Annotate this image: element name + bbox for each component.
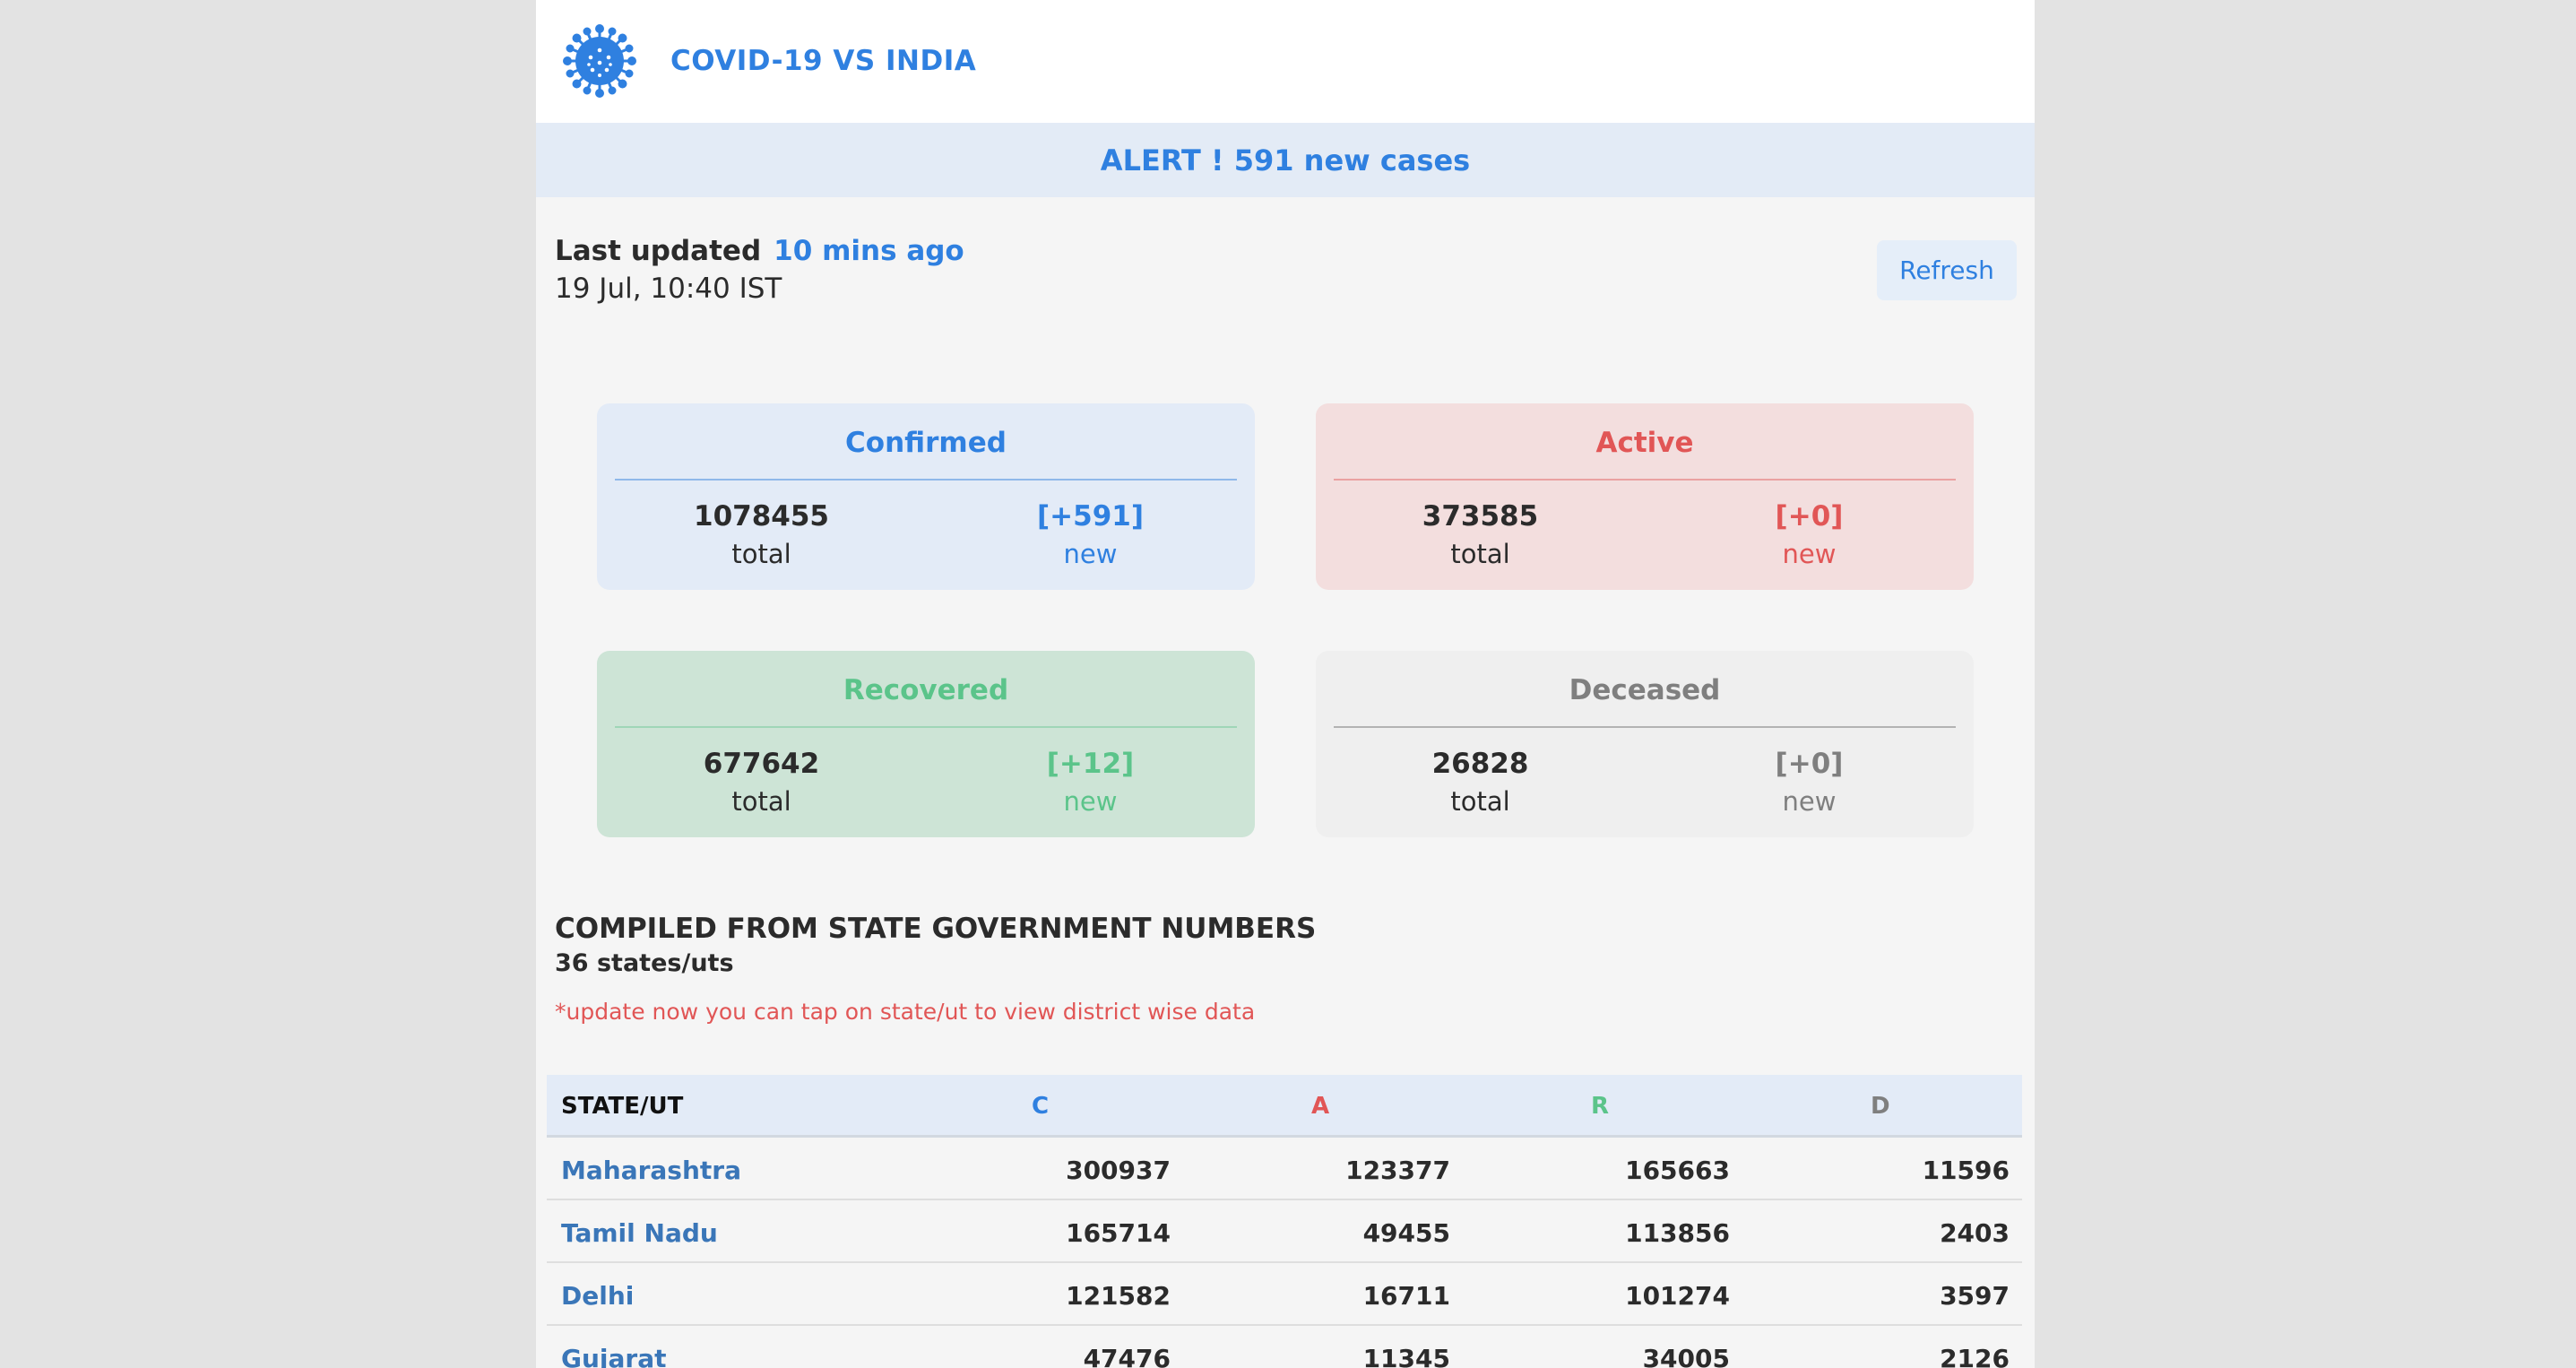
state-table: STATE/UT C A R D Maharashtra 300937 1233… [547,1075,2022,1368]
deceased-value: 2126 [1940,1344,2010,1368]
recovered-value: 34005 [1642,1344,1730,1368]
header-active[interactable]: A [1311,1093,1329,1120]
app-title: COVID-19 VS INDIA [670,45,977,77]
card-total: 26828 [1431,748,1529,780]
card-total: 677642 [703,748,820,780]
active-card: Active 373585 [+0] total new [1316,403,1974,590]
table-row[interactable]: Gujarat 47476 11345 34005 2126 [547,1326,2022,1368]
card-divider [615,726,1237,728]
card-divider [615,479,1237,481]
recovered-value: 113856 [1625,1218,1730,1248]
card-new: [+0] [1775,500,1844,532]
card-total: 373585 [1422,500,1539,532]
table-row[interactable]: Maharashtra 300937 123377 165663 11596 [547,1138,2022,1200]
card-new-label: new [1063,786,1118,817]
header-deceased[interactable]: D [1871,1093,1890,1120]
header-recovered[interactable]: R [1591,1093,1609,1120]
last-updated-ago: 10 mins ago [774,235,964,267]
recovered-value: 101274 [1625,1281,1730,1311]
confirmed-value: 300937 [1066,1156,1171,1185]
deceased-value: 11596 [1922,1156,2010,1185]
card-total-label: total [731,539,791,569]
section-subtitle: 36 states/uts [555,949,734,977]
last-updated-label: Last updated [555,235,762,267]
state-name[interactable]: Tamil Nadu [561,1218,718,1248]
last-updated: Last updated 10 mins ago [555,235,964,267]
virus-icon [563,24,636,98]
card-title: Confirmed [845,427,1007,459]
header-state[interactable]: STATE/UT [561,1093,683,1120]
active-value: 11345 [1362,1344,1450,1368]
card-new-label: new [1782,539,1837,569]
card-divider [1334,479,1956,481]
card-total-label: total [1450,539,1510,569]
header-confirmed[interactable]: C [1032,1093,1049,1120]
confirmed-card: Confirmed 1078455 [+591] total new [597,403,1255,590]
page: COVID-19 VS INDIA ALERT ! 591 new cases … [536,0,2035,1368]
confirmed-value: 165714 [1066,1218,1171,1248]
state-name[interactable]: Gujarat [561,1344,667,1368]
card-new-label: new [1782,786,1837,817]
deceased-card: Deceased 26828 [+0] total new [1316,651,1974,837]
card-new: [+12] [1046,748,1135,780]
table-row[interactable]: Delhi 121582 16711 101274 3597 [547,1263,2022,1326]
active-value: 123377 [1345,1156,1450,1185]
deceased-value: 2403 [1940,1218,2010,1248]
section-title: COMPILED FROM STATE GOVERNMENT NUMBERS [555,913,1317,945]
recovered-value: 165663 [1625,1156,1730,1185]
card-divider [1334,726,1956,728]
refresh-button[interactable]: Refresh [1877,240,2017,300]
card-title: Active [1595,427,1694,459]
table-header: STATE/UT C A R D [547,1075,2022,1138]
card-title: Deceased [1569,674,1721,706]
card-new: [+591] [1036,500,1145,532]
card-title: Recovered [843,674,1009,706]
table-row[interactable]: Tamil Nadu 165714 49455 113856 2403 [547,1200,2022,1263]
last-updated-date: 19 Jul, 10:40 IST [555,273,782,305]
card-total-label: total [731,786,791,817]
section-note: *update now you can tap on state/ut to v… [555,999,1256,1025]
state-name[interactable]: Maharashtra [561,1156,741,1185]
card-new: [+0] [1775,748,1844,780]
recovered-card: Recovered 677642 [+12] total new [597,651,1255,837]
alert-banner: ALERT ! 591 new cases [536,123,2035,197]
confirmed-value: 47476 [1083,1344,1171,1368]
active-value: 49455 [1362,1218,1450,1248]
app-header: COVID-19 VS INDIA [536,0,2035,123]
deceased-value: 3597 [1940,1281,2010,1311]
card-new-label: new [1063,539,1118,569]
card-total: 1078455 [694,500,829,532]
state-name[interactable]: Delhi [561,1281,634,1311]
card-total-label: total [1450,786,1510,817]
confirmed-value: 121582 [1066,1281,1171,1311]
active-value: 16711 [1362,1281,1450,1311]
